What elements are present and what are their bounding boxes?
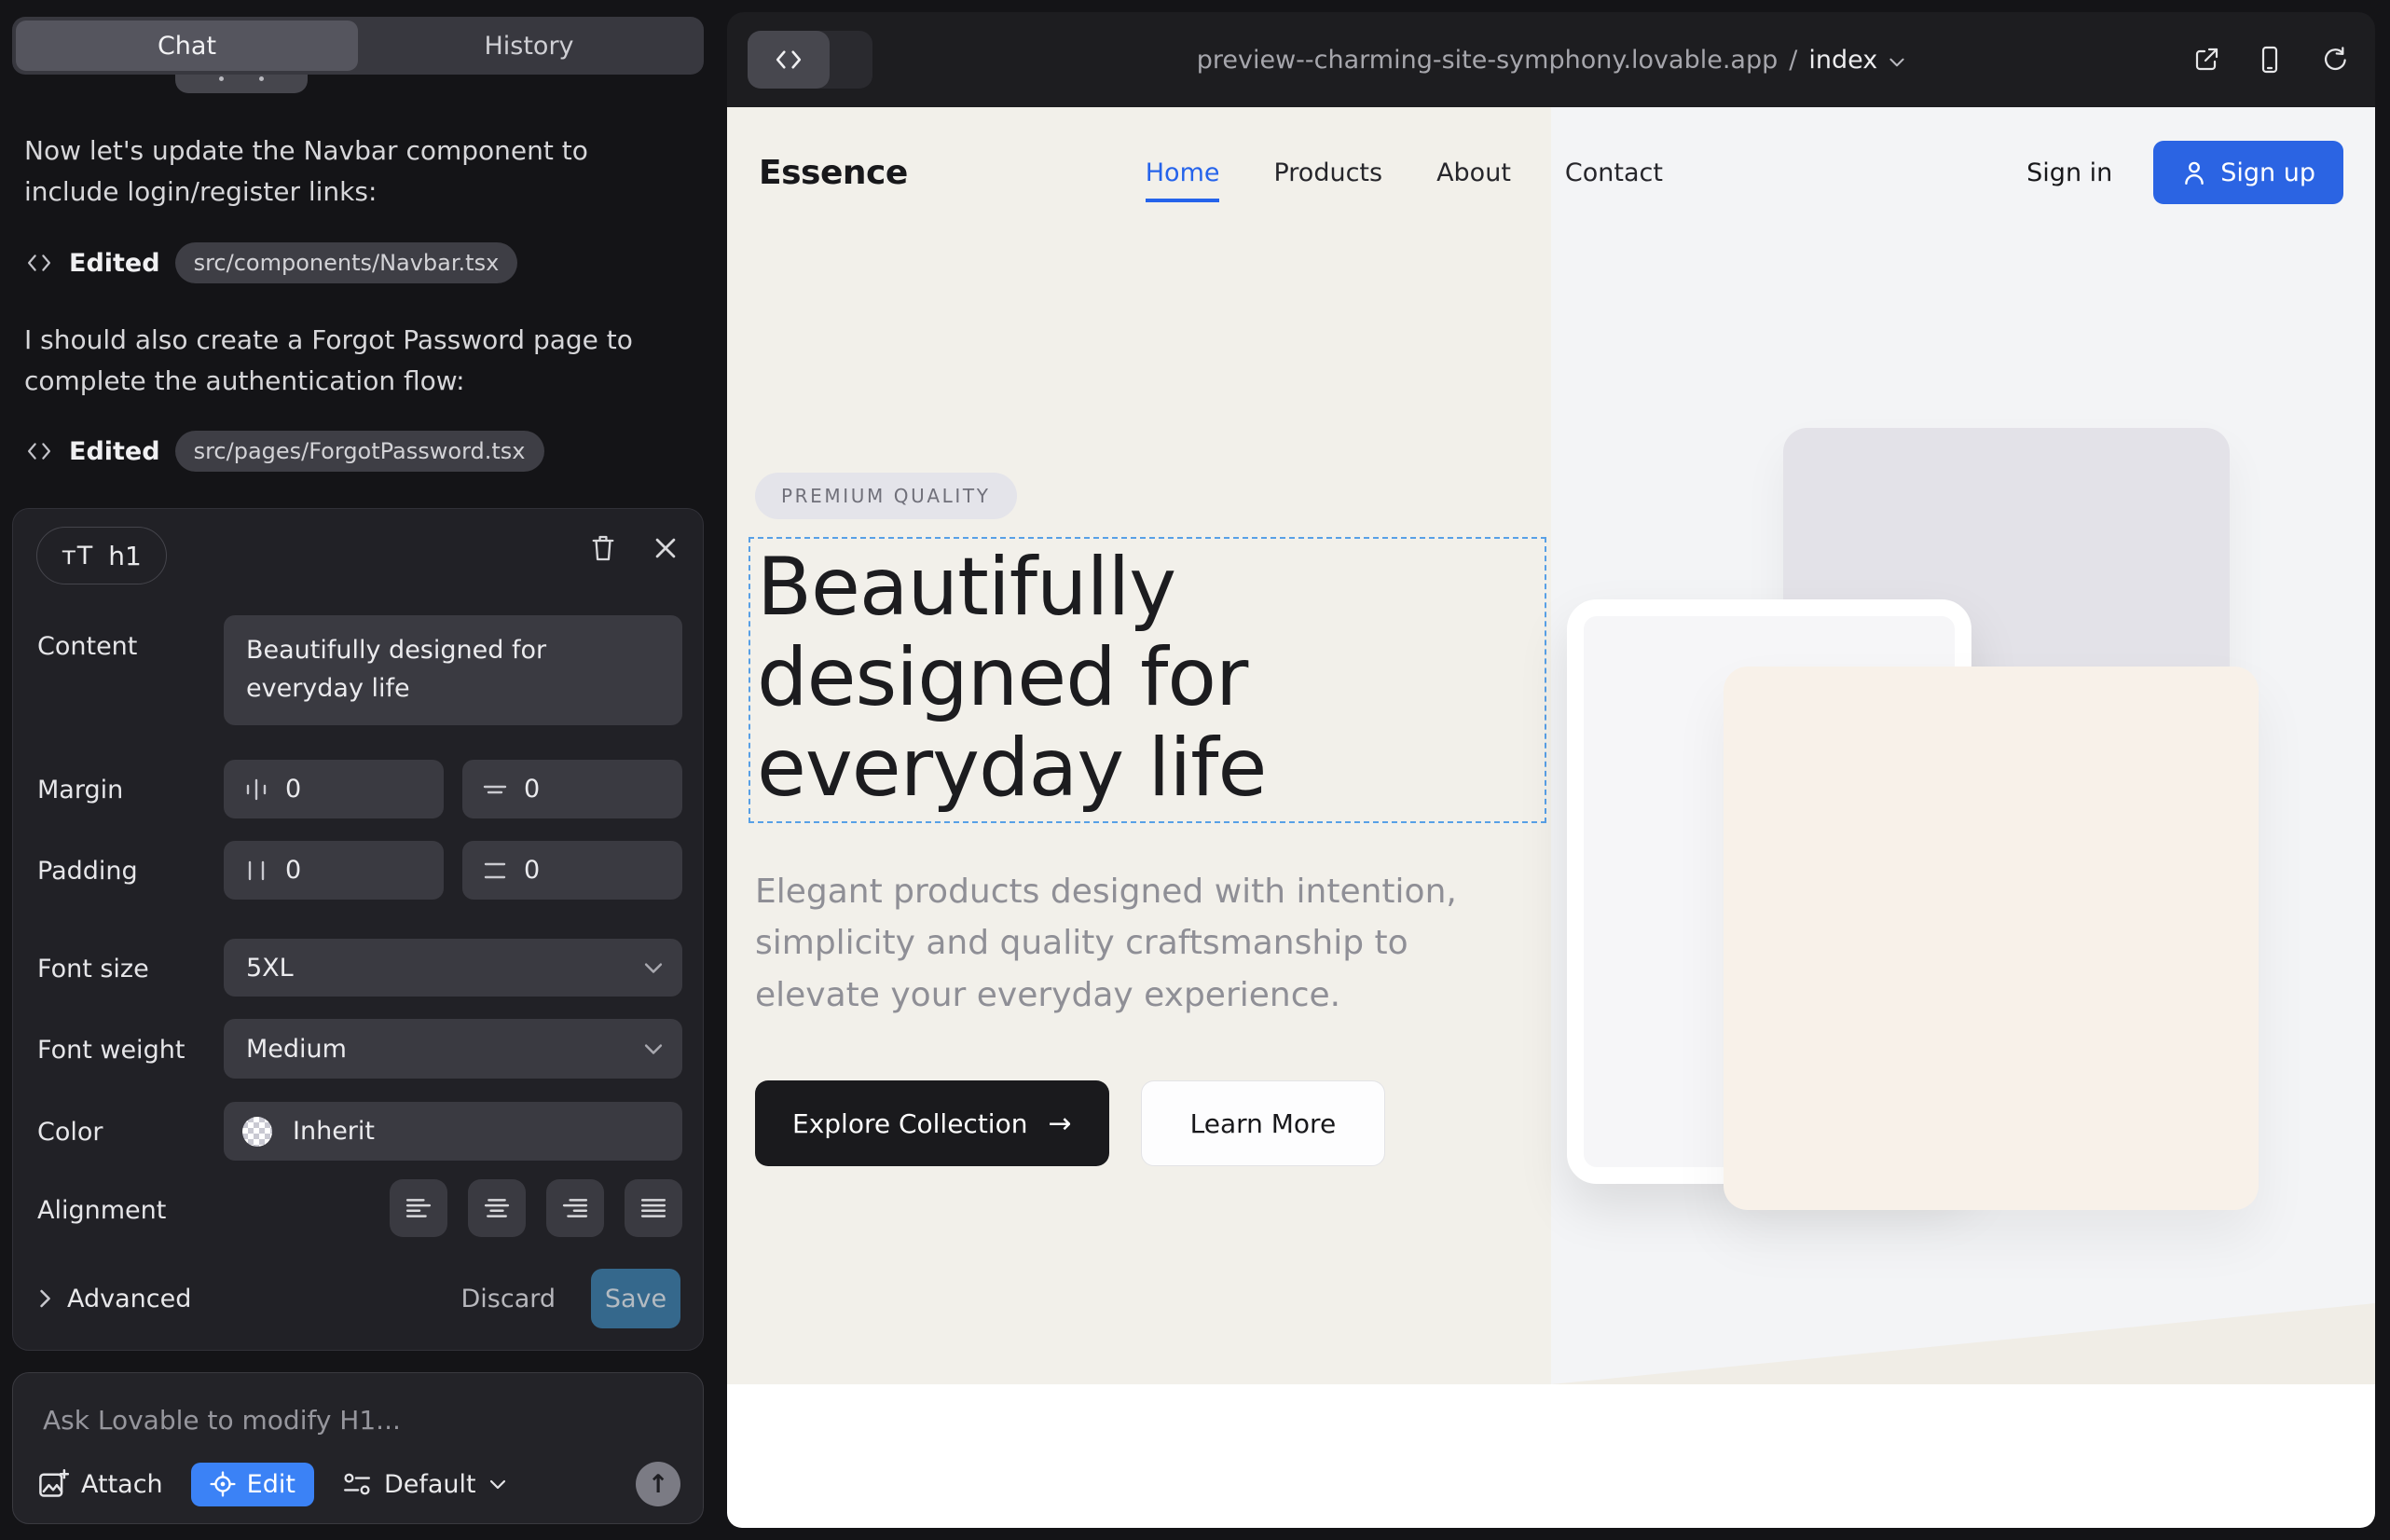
discard-button[interactable]: Discard bbox=[460, 1285, 556, 1313]
preview-window: preview--charming-site-symphony.lovable.… bbox=[727, 12, 2375, 1528]
chevron-down-icon bbox=[488, 1477, 507, 1492]
site-nav-links: Home Products About Contact bbox=[1146, 158, 1663, 187]
composer-input[interactable]: Ask Lovable to modify H1... bbox=[43, 1405, 401, 1436]
preview-browser-bar: preview--charming-site-symphony.lovable.… bbox=[727, 12, 2375, 107]
hero-decor-card-beige bbox=[1724, 667, 2259, 1210]
nav-link-about[interactable]: About bbox=[1436, 158, 1511, 187]
nav-link-products[interactable]: Products bbox=[1273, 158, 1382, 187]
typography-icon: тT bbox=[62, 542, 93, 571]
learn-more-button[interactable]: Learn More bbox=[1141, 1080, 1386, 1166]
hero-section: PREMIUM QUALITY Beautifully designed for… bbox=[727, 238, 2375, 1384]
arrow-right-icon: → bbox=[1048, 1107, 1071, 1140]
edited-label: Edited bbox=[69, 437, 160, 466]
sign-up-button[interactable]: Sign up bbox=[2153, 141, 2343, 204]
margin-label: Margin bbox=[37, 776, 123, 804]
url-separator: / bbox=[1789, 46, 1797, 75]
margin-x-input[interactable]: 0 bbox=[224, 760, 444, 818]
selected-element-chip: тT h1 bbox=[36, 527, 167, 584]
align-right-button[interactable] bbox=[546, 1179, 604, 1237]
nav-link-home[interactable]: Home bbox=[1146, 158, 1220, 202]
url-host: preview--charming-site-symphony.lovable.… bbox=[1197, 46, 1779, 75]
attach-image-icon bbox=[37, 1468, 69, 1500]
refresh-icon[interactable] bbox=[2319, 46, 2347, 74]
assistant-message: I should also create a Forgot Password p… bbox=[24, 320, 677, 402]
mobile-view-icon[interactable] bbox=[2256, 45, 2284, 75]
content-label: Content bbox=[37, 632, 137, 661]
advanced-toggle[interactable]: Advanced bbox=[37, 1285, 191, 1313]
content-input[interactable]: Beautifully designed for everyday life bbox=[224, 615, 682, 725]
padding-label: Padding bbox=[37, 857, 138, 886]
sign-in-link[interactable]: Sign in bbox=[2026, 158, 2112, 187]
element-editor-panel: тT h1 Content Beautifully designed for e… bbox=[12, 508, 704, 1351]
trash-icon[interactable] bbox=[589, 533, 617, 563]
attach-button[interactable]: Attach bbox=[37, 1468, 163, 1500]
edited-label: Edited bbox=[69, 249, 160, 278]
selected-element-outline[interactable]: Beautifully designed for everyday life bbox=[749, 537, 1546, 823]
align-justify-icon bbox=[640, 1197, 666, 1219]
user-icon bbox=[2181, 159, 2207, 186]
margin-horizontal-icon bbox=[242, 776, 270, 804]
padding-horizontal-icon bbox=[242, 857, 270, 885]
tab-history[interactable]: History bbox=[358, 21, 700, 71]
target-icon bbox=[210, 1471, 236, 1497]
chevron-down-icon bbox=[643, 1040, 664, 1057]
edited-file-row[interactable]: Edited src/components/Navbar.tsx bbox=[24, 242, 517, 283]
sidebar-tabbar: Chat History bbox=[12, 17, 704, 75]
code-icon bbox=[24, 252, 54, 274]
font-size-label: Font size bbox=[37, 955, 149, 983]
align-left-icon bbox=[405, 1197, 432, 1219]
preview-url[interactable]: preview--charming-site-symphony.lovable.… bbox=[727, 12, 2375, 107]
code-icon bbox=[24, 440, 54, 462]
edit-mode-button[interactable]: Edit bbox=[191, 1463, 314, 1506]
chat-sidebar: Chat History Now let's update the Navbar… bbox=[0, 0, 726, 1540]
chevron-down-icon bbox=[643, 959, 664, 976]
explore-collection-button[interactable]: Explore Collection → bbox=[755, 1080, 1109, 1166]
save-button[interactable]: Save bbox=[591, 1269, 680, 1328]
align-right-icon bbox=[562, 1197, 588, 1219]
alignment-label: Alignment bbox=[37, 1196, 166, 1225]
align-center-icon bbox=[484, 1197, 510, 1219]
app: Chat History Now let's update the Navbar… bbox=[0, 0, 2390, 1540]
margin-y-input[interactable]: 0 bbox=[462, 760, 682, 818]
nav-link-contact[interactable]: Contact bbox=[1565, 158, 1663, 187]
font-size-select[interactable]: 5XL bbox=[224, 939, 682, 997]
align-justify-button[interactable] bbox=[625, 1179, 682, 1237]
padding-y-input[interactable]: 0 bbox=[462, 841, 682, 900]
tab-chat[interactable]: Chat bbox=[16, 21, 358, 71]
padding-x-input[interactable]: 0 bbox=[224, 841, 444, 900]
transparent-swatch-icon bbox=[242, 1117, 272, 1147]
site-logo[interactable]: Essence bbox=[759, 154, 908, 192]
open-in-new-tab-icon[interactable] bbox=[2192, 46, 2220, 74]
hero-heading[interactable]: Beautifully designed for everyday life bbox=[757, 543, 1545, 815]
chat-composer[interactable]: Ask Lovable to modify H1... Attach Edit … bbox=[12, 1372, 704, 1524]
send-button[interactable]: ↑ bbox=[636, 1462, 680, 1506]
chevron-down-icon bbox=[1889, 55, 1905, 69]
color-label: Color bbox=[37, 1118, 103, 1147]
alignment-buttons bbox=[224, 1179, 682, 1237]
hero-badge: PREMIUM QUALITY bbox=[755, 473, 1017, 519]
align-left-button[interactable] bbox=[390, 1179, 447, 1237]
assistant-message: Now let's update the Navbar component to… bbox=[24, 131, 677, 213]
sliders-icon bbox=[342, 1471, 372, 1497]
padding-vertical-icon bbox=[481, 857, 509, 885]
font-weight-label: Font weight bbox=[37, 1036, 185, 1065]
margin-vertical-icon bbox=[481, 776, 509, 804]
color-select[interactable]: Inherit bbox=[224, 1102, 682, 1161]
hero-paragraph: Elegant products designed with intention… bbox=[755, 866, 1501, 1021]
align-center-button[interactable] bbox=[468, 1179, 526, 1237]
edited-file-pill[interactable]: src/components/Navbar.tsx bbox=[175, 242, 518, 283]
edited-file-pill[interactable]: src/pages/ForgotPassword.tsx bbox=[175, 431, 544, 472]
selected-tag-label: h1 bbox=[108, 541, 142, 571]
font-weight-select[interactable]: Medium bbox=[224, 1019, 682, 1079]
edited-file-row[interactable]: Edited src/pages/ForgotPassword.tsx bbox=[24, 431, 544, 472]
model-default-selector[interactable]: Default bbox=[342, 1470, 507, 1499]
chevron-right-icon bbox=[37, 1288, 52, 1309]
site-viewport: Essence Home Products About Contact Sign… bbox=[727, 107, 2375, 1528]
site-navbar: Essence Home Products About Contact Sign… bbox=[727, 107, 2375, 238]
scrolled-pill-fragment bbox=[175, 75, 308, 93]
close-icon[interactable] bbox=[652, 535, 679, 561]
url-page: index bbox=[1808, 46, 1877, 75]
